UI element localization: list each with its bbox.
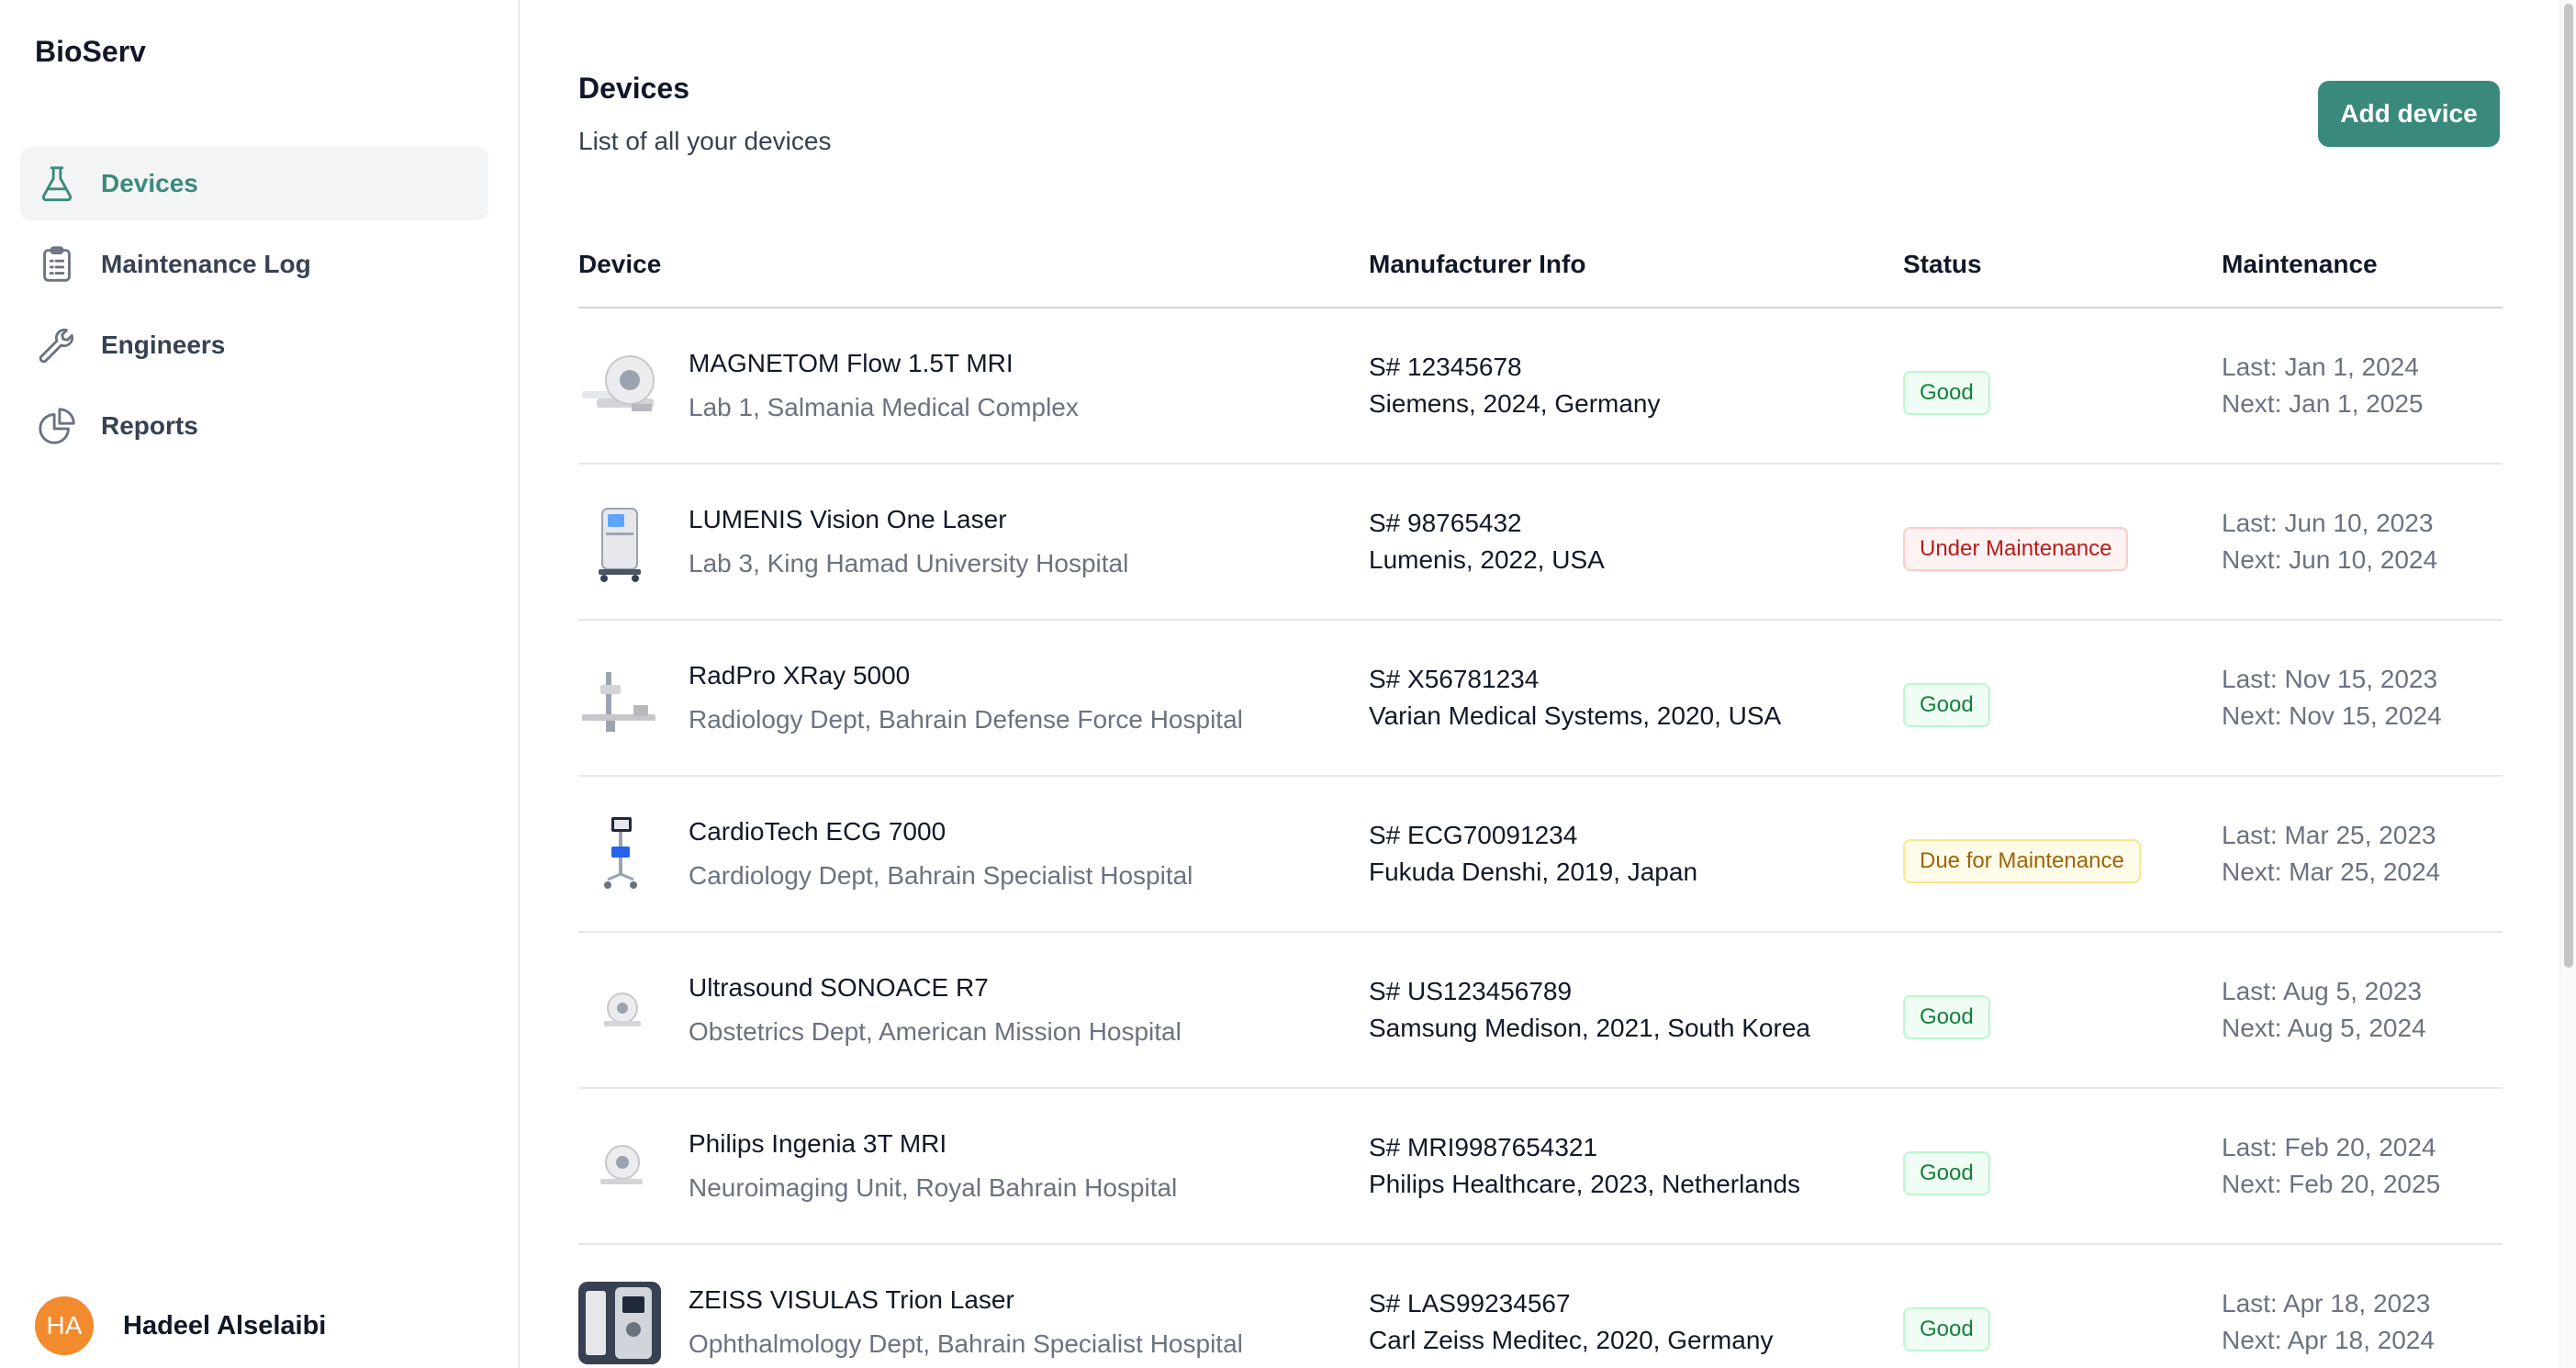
status-badge: Under Maintenance: [1903, 527, 2129, 571]
ecg-cart-image: [578, 813, 661, 896]
manufacturer-info: Siemens, 2024, Germany: [1369, 389, 1661, 418]
ophthalmic-laser-image: [578, 1282, 661, 1364]
devices-table: Device Manufacturer Info Status Maintena…: [578, 231, 2503, 1368]
table-row[interactable]: CardioTech ECG 7000 Cardiology Dept, Bah…: [578, 777, 2503, 933]
device-location: Cardiology Dept, Bahrain Specialist Hosp…: [689, 861, 1193, 890]
device-name[interactable]: RadPro XRay 5000: [689, 661, 910, 690]
manufacturer-info: Varian Medical Systems, 2020, USA: [1369, 701, 1782, 730]
manufacturer-info: Philips Healthcare, 2023, Netherlands: [1369, 1170, 1801, 1198]
serial-number: S# 12345678: [1369, 353, 1522, 381]
manufacturer-info: Carl Zeiss Meditec, 2020, Germany: [1369, 1326, 1774, 1354]
status-badge: Good: [1903, 683, 1990, 727]
sidebar-item-devices[interactable]: Devices: [20, 147, 488, 220]
last-maintenance: Last: Nov 15, 2023: [2222, 665, 2438, 693]
last-maintenance: Last: Apr 18, 2023: [2222, 1289, 2431, 1318]
sidebar-item-label: Engineers: [101, 331, 226, 359]
laser-cabinet-image: [578, 501, 661, 584]
last-maintenance: Last: Jun 10, 2023: [2222, 509, 2434, 537]
sidebar-item-reports[interactable]: Reports: [20, 389, 488, 463]
serial-number: S# 98765432: [1369, 509, 1522, 537]
table-row[interactable]: Philips Ingenia 3T MRI Neuroimaging Unit…: [578, 1089, 2503, 1245]
next-maintenance: Next: Mar 25, 2024: [2222, 858, 2441, 886]
vertical-scrollbar[interactable]: [2559, 0, 2576, 1368]
sidebar-nav: Devices Maintenance Log Engineers Report…: [20, 147, 488, 470]
mri-scanner-image: [578, 345, 661, 428]
next-maintenance: Next: Feb 20, 2025: [2222, 1170, 2441, 1198]
next-maintenance: Next: Apr 18, 2024: [2222, 1326, 2435, 1354]
device-name[interactable]: CardioTech ECG 7000: [689, 817, 946, 847]
device-name[interactable]: Ultrasound SONOACE R7: [689, 973, 989, 1003]
pie-chart-icon: [35, 404, 79, 448]
device-name[interactable]: ZEISS VISULAS Trion Laser: [689, 1285, 1014, 1315]
serial-number: S# LAS99234567: [1369, 1289, 1571, 1318]
device-name[interactable]: MAGNETOM Flow 1.5T MRI: [689, 349, 1014, 378]
user-profile[interactable]: HA Hadeel Alselaibi: [35, 1296, 326, 1355]
status-badge: Due for Maintenance: [1903, 839, 2141, 883]
sidebar-item-label: Reports: [101, 411, 198, 440]
table-row[interactable]: MAGNETOM Flow 1.5T MRI Lab 1, Salmania M…: [578, 308, 2503, 465]
serial-number: S# US123456789: [1369, 977, 1573, 1005]
wrench-icon: [35, 323, 79, 367]
table-header: Device Manufacturer Info Status Maintena…: [578, 231, 2503, 308]
status-badge: Good: [1903, 1307, 1990, 1351]
last-maintenance: Last: Aug 5, 2023: [2222, 977, 2422, 1005]
serial-number: S# MRI9987654321: [1369, 1133, 1598, 1161]
app-brand: BioServ: [35, 35, 146, 68]
page-title: Devices: [578, 72, 689, 105]
clipboard-icon: [35, 242, 79, 286]
table-row[interactable]: Ultrasound SONOACE R7 Obstetrics Dept, A…: [578, 933, 2503, 1089]
page-subtitle: List of all your devices: [578, 127, 832, 155]
last-maintenance: Last: Mar 25, 2023: [2222, 821, 2436, 849]
flask-icon: [35, 162, 79, 206]
table-row[interactable]: LUMENIS Vision One Laser Lab 3, King Ham…: [578, 465, 2503, 621]
last-maintenance: Last: Jan 1, 2024: [2222, 353, 2419, 381]
sidebar-item-label: Devices: [101, 169, 198, 197]
ultrasound-image: [578, 970, 661, 1052]
user-name: Hadeel Alselaibi: [123, 1310, 327, 1340]
next-maintenance: Next: Jun 10, 2024: [2222, 545, 2438, 574]
device-name[interactable]: Philips Ingenia 3T MRI: [689, 1129, 946, 1159]
manufacturer-info: Fukuda Denshi, 2019, Japan: [1369, 858, 1698, 886]
column-header-maintenance: Maintenance: [2222, 250, 2378, 278]
device-location: Radiology Dept, Bahrain Defense Force Ho…: [689, 705, 1243, 734]
device-location: Neuroimaging Unit, Royal Bahrain Hospita…: [689, 1173, 1178, 1202]
status-badge: Good: [1903, 995, 1990, 1039]
status-badge: Good: [1903, 1151, 1990, 1195]
status-badge: Good: [1903, 371, 1990, 415]
sidebar-item-engineers[interactable]: Engineers: [20, 308, 488, 382]
next-maintenance: Next: Aug 5, 2024: [2222, 1014, 2426, 1042]
device-location: Lab 3, King Hamad University Hospital: [689, 549, 1129, 577]
table-row[interactable]: ZEISS VISULAS Trion Laser Ophthalmology …: [578, 1245, 2503, 1368]
next-maintenance: Next: Nov 15, 2024: [2222, 701, 2442, 730]
table-row[interactable]: RadPro XRay 5000 Radiology Dept, Bahrain…: [578, 621, 2503, 777]
last-maintenance: Last: Feb 20, 2024: [2222, 1133, 2436, 1161]
column-header-status: Status: [1903, 250, 1982, 278]
sidebar-item-maintenance-log[interactable]: Maintenance Log: [20, 228, 488, 301]
avatar: HA: [35, 1296, 94, 1355]
sidebar-item-label: Maintenance Log: [101, 250, 311, 278]
xray-table-image: [578, 657, 661, 740]
device-name[interactable]: LUMENIS Vision One Laser: [689, 505, 1007, 534]
column-header-device: Device: [578, 250, 662, 278]
device-location: Ophthalmology Dept, Bahrain Specialist H…: [689, 1329, 1243, 1358]
next-maintenance: Next: Jan 1, 2025: [2222, 389, 2424, 418]
device-location: Obstetrics Dept, American Mission Hospit…: [689, 1017, 1182, 1046]
mri-small-image: [578, 1126, 661, 1208]
scrollbar-thumb[interactable]: [2564, 4, 2573, 968]
column-header-manufacturer: Manufacturer Info: [1369, 250, 1586, 278]
sidebar: BioServ Devices Maintenance Log Engineer…: [0, 0, 520, 1368]
device-location: Lab 1, Salmania Medical Complex: [689, 393, 1079, 421]
add-device-button[interactable]: Add device: [2318, 81, 2500, 147]
manufacturer-info: Samsung Medison, 2021, South Korea: [1369, 1014, 1810, 1042]
serial-number: S# X56781234: [1369, 665, 1540, 693]
serial-number: S# ECG70091234: [1369, 821, 1578, 849]
manufacturer-info: Lumenis, 2022, USA: [1369, 545, 1605, 574]
